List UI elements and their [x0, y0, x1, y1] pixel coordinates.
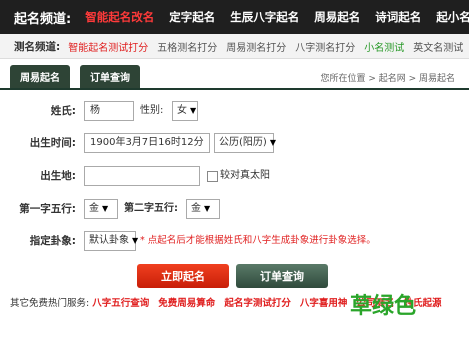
chevron-down-icon: ▼ [190, 106, 197, 115]
tab-order-query[interactable]: 订单查询 [80, 65, 140, 88]
solar-time-checkbox[interactable] [207, 171, 218, 182]
gua-tip: * 点起名后才能根据姓氏和八字生成卦象进行卦象选择。 [140, 235, 376, 246]
tab-zhouyi-naming[interactable]: 周易起名 [10, 65, 70, 88]
footer-link-bazi[interactable]: 八字喜用神 [300, 298, 348, 309]
footer-prefix: 其它免费热门服务: [10, 298, 90, 309]
topnav-item-fixed-char[interactable]: 定字起名 [169, 9, 215, 25]
gua-row: 指定卦象: 默认卦象 ▼ * 点起名后才能根据姓氏和八字生成卦象进行卦象选择。 [0, 231, 469, 251]
chevron-down-icon: ▼ [102, 204, 109, 213]
top-nav: 起名频道: 智能起名改名 定字起名 生辰八字起名 周易起名 诗词起名 起小名乳名 [0, 0, 469, 34]
gua-select[interactable]: 默认卦象 ▼ [84, 231, 139, 251]
wuxing-row: 第一字五行: 金 ▼ 第二字五行: 金 ▼ [0, 199, 469, 219]
second-char-select[interactable]: 金 ▼ [186, 199, 220, 219]
footer-link-wuxing[interactable]: 八字五行查询 [92, 298, 149, 309]
solar-time-label: 较对真太阳 [220, 170, 270, 181]
order-query-button[interactable]: 订单查询 [236, 264, 328, 288]
gua-value: 默认卦象 [89, 235, 129, 246]
sub-nav: 测名频道: 智能起名测试打分 五格测名打分 周易测名打分 八字测名打分 小名测试… [0, 34, 469, 59]
topnav-item-zhouyi[interactable]: 周易起名 [314, 9, 360, 25]
first-char-label: 第一字五行: [19, 203, 76, 215]
topnav-item-nickname[interactable]: 起小名乳名 [436, 9, 469, 25]
surname-label: 姓氏: [50, 105, 76, 117]
subnav-item-nickname-test[interactable]: 小名测试 [364, 39, 404, 54]
gender-select[interactable]: 女 ▼ [172, 101, 198, 121]
place-row: 出生地: 较对真太阳 [0, 166, 469, 186]
tab-bar: 周易起名 订单查询 您所在位置 > 起名网 > 周易起名 [0, 62, 469, 90]
topnav-item-smart-naming[interactable]: 智能起名改名 [85, 9, 154, 25]
first-char-value: 金 [89, 203, 99, 214]
place-label: 出生地: [40, 170, 76, 182]
subnav-item-smart-test[interactable]: 智能起名测试打分 [68, 39, 148, 54]
gender-label: 性别: [140, 105, 164, 116]
topnav-item-poetry[interactable]: 诗词起名 [375, 9, 421, 25]
footer-link-name-test[interactable]: 起名字测试打分 [224, 298, 291, 309]
footer-link-zhouyi[interactable]: 免费周易算命 [158, 298, 215, 309]
second-char-value: 金 [191, 203, 201, 214]
subnav-item-wuge[interactable]: 五格测名打分 [157, 39, 217, 54]
subnav-item-english-test[interactable]: 英文名测试 [413, 39, 463, 54]
birth-place-input[interactable] [84, 166, 200, 186]
gua-label: 指定卦象: [29, 235, 76, 247]
first-char-select[interactable]: 金 ▼ [84, 199, 118, 219]
second-char-label: 第二字五行: [124, 203, 178, 214]
subnav-item-bazi-test[interactable]: 八字测名打分 [295, 39, 355, 54]
birth-time-input[interactable]: 1900年3月7日16时12分 [84, 133, 210, 153]
start-naming-button[interactable]: 立即起名 [137, 264, 229, 288]
chevron-down-icon: ▼ [204, 204, 211, 213]
calendar-select[interactable]: 公历(阳历) ▼ [214, 133, 276, 153]
watermark-text: 草绿色 [350, 294, 417, 319]
chevron-down-icon: ▼ [132, 236, 139, 245]
breadcrumb: 您所在位置 > 起名网 > 周易起名 [320, 74, 455, 84]
channel-title: 起名频道: [14, 11, 72, 27]
birth-label: 出生时间: [29, 137, 76, 149]
subnav-title: 测名频道: [14, 40, 61, 53]
gender-value: 女 [177, 105, 187, 116]
topnav-item-bazi[interactable]: 生辰八字起名 [230, 9, 299, 25]
calendar-value: 公历(阳历) [219, 137, 267, 148]
subnav-item-zhouyi-test[interactable]: 周易测名打分 [226, 39, 286, 54]
surname-input[interactable]: 杨 [84, 101, 134, 121]
birth-row: 出生时间: 1900年3月7日16时12分 公历(阳历) ▼ [0, 133, 469, 153]
surname-row: 姓氏: 杨 性别: 女 ▼ [0, 101, 469, 121]
chevron-down-icon: ▼ [269, 138, 276, 147]
